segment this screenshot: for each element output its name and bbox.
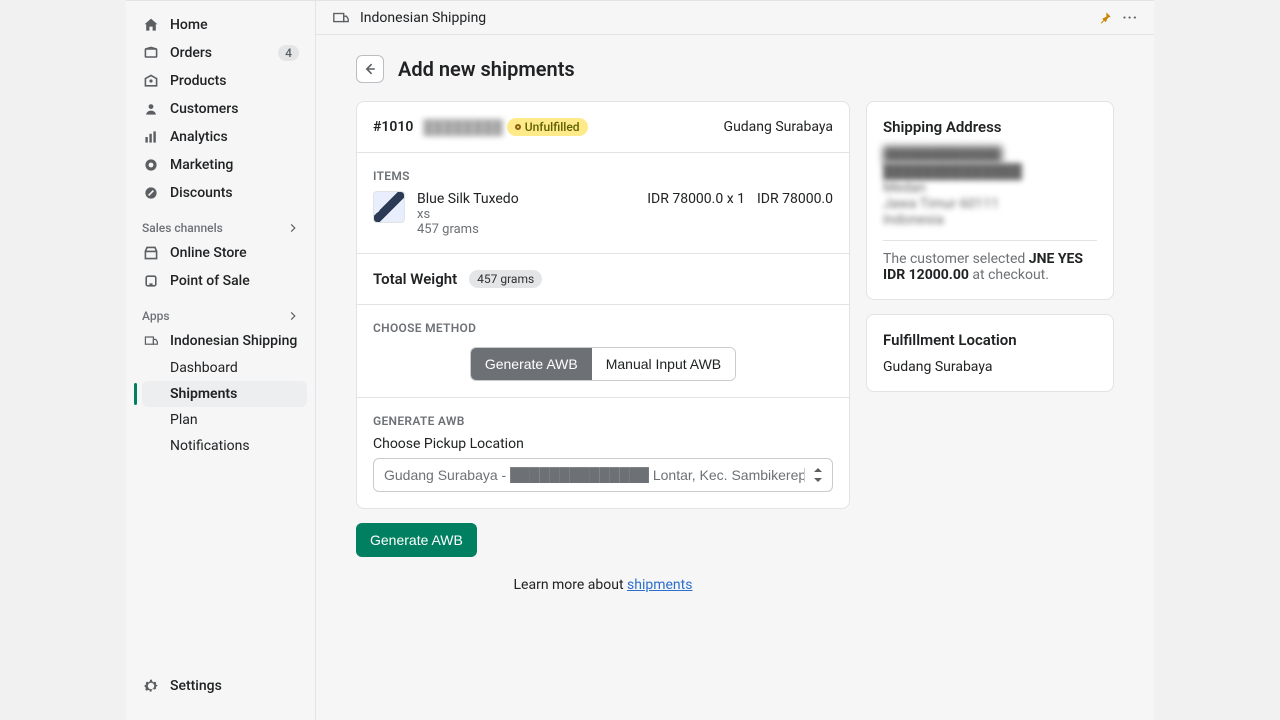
nav-label: Marketing: [170, 157, 233, 173]
chevron-right-icon: [287, 310, 299, 322]
discounts-icon: [142, 184, 160, 202]
line-item-weight: 457 grams: [417, 222, 635, 237]
method-segmented: Generate AWB Manual Input AWB: [470, 347, 736, 381]
nav-analytics[interactable]: Analytics: [134, 123, 307, 151]
nav-online-store[interactable]: Online Store: [134, 239, 307, 267]
chevron-right-icon: [287, 222, 299, 234]
total-weight-value: 457 grams: [469, 270, 542, 288]
nav-label: Point of Sale: [170, 273, 250, 289]
order-warehouse: Gudang Surabaya: [724, 119, 833, 135]
line-item-variant: xs: [417, 207, 635, 222]
choose-method-label: CHOOSE METHOD: [373, 321, 833, 335]
line-item: Blue Silk Tuxedo xs 457 grams IDR 78000.…: [373, 191, 833, 237]
shipping-address-card: Shipping Address ████████████ ██████████…: [866, 101, 1114, 300]
order-card: #1010 ████████ Unfulfilled Gudang Suraba…: [356, 101, 850, 509]
fulfillment-title: Fulfillment Location: [883, 331, 1097, 349]
section-apps[interactable]: Apps: [126, 305, 315, 327]
subnav-shipments[interactable]: Shipments: [142, 381, 307, 407]
section-label: Sales channels: [142, 221, 223, 235]
nav-app-indonesian-shipping[interactable]: Indonesian Shipping: [134, 327, 307, 355]
total-weight-label: Total Weight: [373, 270, 457, 288]
shipping-address: ████████████ ██████████████ Medan Jawa T…: [883, 146, 1097, 228]
shipping-address-title: Shipping Address: [883, 118, 1097, 136]
sidebar: Home Orders 4 Products: [126, 1, 316, 720]
order-customer: ████████: [423, 119, 502, 136]
orders-icon: [142, 44, 160, 62]
line-item-title: Blue Silk Tuxedo: [417, 191, 635, 207]
nav-home[interactable]: Home: [134, 11, 307, 39]
nav-customers[interactable]: Customers: [134, 95, 307, 123]
page-title: Add new shipments: [398, 57, 575, 81]
more-icon[interactable]: ···: [1122, 10, 1138, 26]
topbar-title: Indonesian Shipping: [360, 10, 486, 26]
nav-discounts[interactable]: Discounts: [134, 179, 307, 207]
nav-label: Online Store: [170, 245, 247, 261]
address-line: ██████████████: [883, 163, 1097, 180]
subnav-notifications[interactable]: Notifications: [142, 433, 307, 459]
items-label: ITEMS: [373, 169, 833, 183]
home-icon: [142, 16, 160, 34]
nav-label: Orders: [170, 45, 212, 61]
nav-label: Customers: [170, 101, 238, 117]
line-item-subtotal: IDR 78000.0: [757, 191, 833, 207]
customers-icon: [142, 100, 160, 118]
address-line: Medan: [883, 180, 1097, 196]
checkout-rate-text: The customer selected JNE YES IDR 12000.…: [883, 251, 1097, 283]
pos-icon: [142, 272, 160, 290]
order-id: #1010: [373, 119, 413, 135]
nav-products[interactable]: Products: [134, 67, 307, 95]
pickup-location-select[interactable]: Gudang Surabaya - ██████████████ Lontar,…: [373, 458, 833, 492]
orders-badge: 4: [278, 45, 299, 61]
fulfillment-card: Fulfillment Location Gudang Surabaya: [866, 314, 1114, 392]
product-thumbnail: [373, 191, 405, 223]
subnav-dashboard[interactable]: Dashboard: [142, 355, 307, 381]
address-line: ████████████: [883, 146, 1097, 163]
method-generate-awb[interactable]: Generate AWB: [471, 348, 592, 380]
nav-label: Products: [170, 73, 227, 89]
subnav-plan[interactable]: Plan: [142, 407, 307, 433]
address-line: Jawa Timur 60111: [883, 196, 1097, 212]
status-badge: Unfulfilled: [507, 118, 588, 136]
generate-awb-label: GENERATE AWB: [373, 414, 833, 428]
nav-label: Settings: [170, 678, 222, 694]
generate-awb-button[interactable]: Generate AWB: [356, 523, 477, 557]
nav-orders[interactable]: Orders 4: [134, 39, 307, 67]
marketing-icon: [142, 156, 160, 174]
main: Indonesian Shipping ··· Add new shipment…: [316, 1, 1154, 720]
nav-label: Discounts: [170, 185, 233, 201]
address-line: Indonesia: [883, 212, 1097, 228]
nav-label: Indonesian Shipping: [170, 333, 297, 349]
method-manual-awb[interactable]: Manual Input AWB: [592, 348, 735, 380]
nav-label: Home: [170, 17, 208, 33]
section-sales-channels[interactable]: Sales channels: [126, 217, 315, 239]
status-dot-icon: [515, 124, 521, 130]
nav-marketing[interactable]: Marketing: [134, 151, 307, 179]
nav-settings[interactable]: Settings: [134, 672, 307, 700]
learn-prefix: Learn more about: [514, 577, 628, 593]
nav-label: Analytics: [170, 129, 228, 145]
products-icon: [142, 72, 160, 90]
nav-point-of-sale[interactable]: Point of Sale: [134, 267, 307, 295]
store-icon: [142, 244, 160, 262]
checkout-prefix: The customer selected: [883, 251, 1029, 267]
line-item-price: IDR 78000.0 x 1: [647, 191, 745, 207]
pickup-label: Choose Pickup Location: [373, 436, 833, 452]
section-label: Apps: [142, 309, 170, 323]
fulfillment-location: Gudang Surabaya: [883, 359, 1097, 375]
analytics-icon: [142, 128, 160, 146]
pin-icon[interactable]: [1098, 11, 1112, 25]
app-brand-icon: [332, 9, 350, 27]
checkout-suffix: at checkout.: [969, 267, 1049, 283]
back-button[interactable]: [356, 55, 384, 83]
gear-icon: [142, 677, 160, 695]
learn-more: Learn more about shipments: [356, 577, 850, 593]
shipments-link[interactable]: shipments: [627, 577, 692, 593]
topbar: Indonesian Shipping ···: [316, 1, 1154, 35]
app-icon: [142, 332, 160, 350]
status-text: Unfulfilled: [525, 120, 580, 134]
